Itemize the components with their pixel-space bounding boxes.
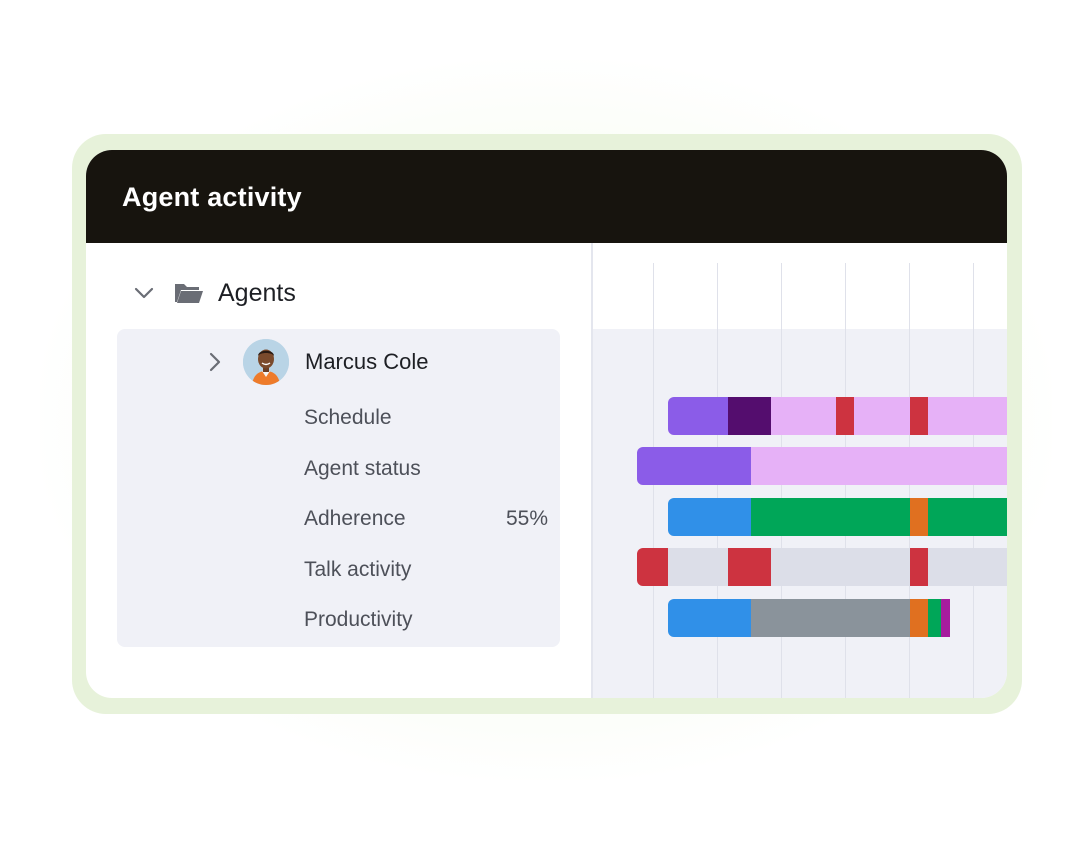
timeline-segment[interactable] bbox=[910, 599, 929, 637]
chevron-down-icon[interactable] bbox=[132, 281, 156, 305]
metric-label-schedule: Schedule bbox=[304, 406, 392, 429]
timeline-segment[interactable] bbox=[751, 447, 1007, 485]
timeline-header-area bbox=[593, 243, 1007, 329]
timeline-segment[interactable] bbox=[928, 548, 1007, 586]
timeline-segment[interactable] bbox=[751, 599, 911, 637]
timeline-segment[interactable] bbox=[910, 498, 929, 536]
timeline-segment[interactable] bbox=[727, 397, 772, 435]
timeline-segment[interactable] bbox=[668, 498, 752, 536]
chevron-right-icon[interactable] bbox=[203, 350, 227, 374]
timeline-segment[interactable] bbox=[928, 498, 1007, 536]
folder-open-icon bbox=[175, 284, 203, 303]
timeline-segment[interactable] bbox=[835, 397, 854, 435]
person-avatar-icon bbox=[243, 339, 289, 385]
metric-label-productivity: Productivity bbox=[304, 608, 413, 631]
timeline-row-productivity bbox=[668, 599, 1007, 637]
timeline-segment[interactable] bbox=[928, 397, 1007, 435]
timeline-segment[interactable] bbox=[668, 599, 752, 637]
timeline-row-talk-activity bbox=[637, 548, 1007, 586]
timeline-segment[interactable] bbox=[727, 548, 772, 586]
agent-name: Marcus Cole bbox=[305, 349, 429, 374]
timeline-row-agent-status bbox=[637, 447, 1007, 485]
metric-label-adherence: Adherence bbox=[304, 507, 406, 530]
timeline-segment[interactable] bbox=[668, 397, 728, 435]
timeline-segment[interactable] bbox=[928, 599, 942, 637]
agent-detail-panel: Marcus Cole Schedule Agent status Adhere… bbox=[117, 329, 560, 647]
metric-label-talk-activity: Talk activity bbox=[304, 558, 412, 581]
agent-row[interactable]: Marcus Cole bbox=[203, 339, 428, 385]
timeline-segment[interactable] bbox=[910, 548, 929, 586]
tree-group-agents[interactable]: Agents bbox=[132, 278, 296, 308]
timeline-segment[interactable] bbox=[751, 498, 911, 536]
timeline-segment[interactable] bbox=[910, 397, 929, 435]
timeline-segment[interactable] bbox=[667, 548, 728, 586]
card-header: Agent activity bbox=[86, 150, 1007, 243]
timeline-segment[interactable] bbox=[637, 447, 752, 485]
adherence-value: 55% bbox=[505, 507, 548, 530]
timeline-row-schedule bbox=[668, 397, 1007, 435]
card-title: Agent activity bbox=[122, 182, 302, 212]
timeline-segment[interactable] bbox=[941, 599, 951, 637]
timeline-panel[interactable] bbox=[593, 243, 1007, 698]
metric-label-agent-status: Agent status bbox=[304, 457, 421, 480]
timeline-segment[interactable] bbox=[771, 397, 836, 435]
avatar bbox=[243, 339, 289, 385]
timeline-segment[interactable] bbox=[853, 397, 911, 435]
tree-group-label: Agents bbox=[218, 278, 296, 307]
timeline-row-adherence bbox=[668, 498, 1007, 536]
timeline-segment[interactable] bbox=[637, 548, 668, 586]
agent-activity-card: Agent activity Agents Marcus Cole Schedu… bbox=[86, 150, 1007, 698]
timeline-segment[interactable] bbox=[771, 548, 911, 586]
